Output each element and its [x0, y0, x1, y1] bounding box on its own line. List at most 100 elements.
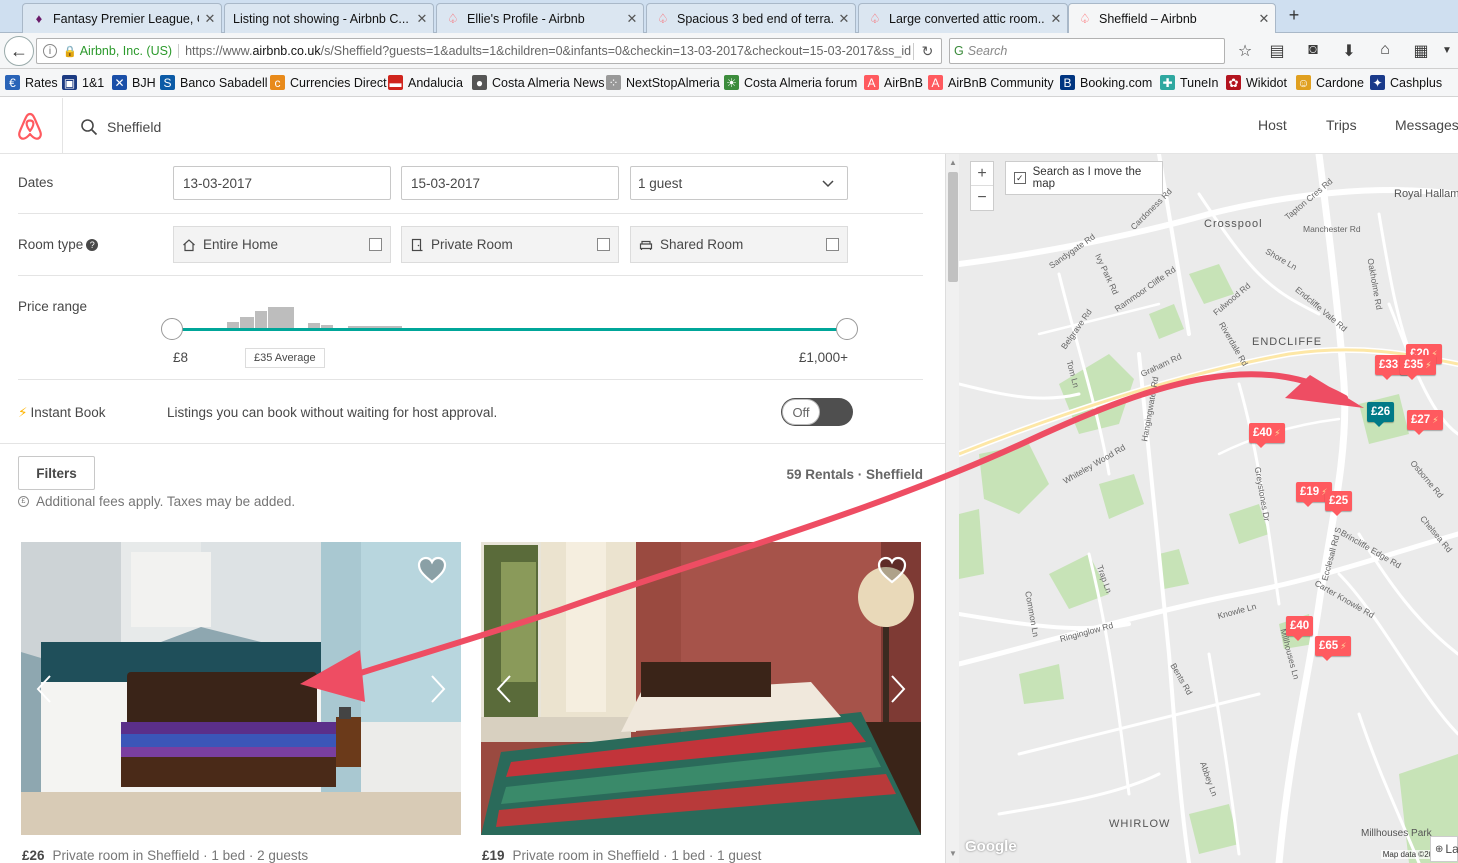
- map-price-pin-selected[interactable]: £26: [1367, 402, 1395, 427]
- pocket-icon[interactable]: ◙: [1302, 41, 1324, 63]
- browser-search-input[interactable]: G Search: [949, 38, 1225, 64]
- listing-caption[interactable]: £26 Private room in Sheffield · 1 bed · 2…: [22, 848, 308, 863]
- listing-card[interactable]: £26 Private room in Sheffield · 1 bed · 2…: [21, 542, 461, 863]
- room-type-entire-home[interactable]: Entire Home: [173, 226, 391, 263]
- scroll-up-icon[interactable]: ▲: [946, 156, 960, 170]
- instant-book-label: ⚡ Instant Book: [18, 405, 106, 421]
- bookmark-favicon-icon: S: [160, 75, 175, 90]
- bookmark-item[interactable]: ✦ Cashplus: [1370, 75, 1442, 90]
- check-icon[interactable]: ✓: [1014, 172, 1026, 184]
- map-area-label: WHIRLOW: [1109, 818, 1171, 830]
- map-price-pin[interactable]: £25: [1325, 491, 1353, 516]
- close-icon[interactable]: ✕: [199, 11, 221, 27]
- scrollbar-thumb[interactable]: [948, 172, 958, 282]
- browser-tab-profile[interactable]: ♤ Ellie's Profile - Airbnb ✕: [436, 3, 644, 33]
- checkin-input[interactable]: 13-03-2017: [173, 166, 391, 200]
- browser-tab-sheffield[interactable]: ♤ Sheffield – Airbnb ✕: [1068, 3, 1276, 34]
- map-price-pin[interactable]: £35 ⚡: [1400, 355, 1436, 380]
- guests-select[interactable]: 1 guest: [630, 166, 848, 200]
- bookmark-item[interactable]: ☺ Cardone: [1296, 75, 1364, 90]
- map-price-pin[interactable]: £40: [1286, 616, 1314, 641]
- bookmark-favicon-icon: ☺: [1296, 75, 1311, 90]
- extensions-icon[interactable]: ▦: [1410, 41, 1432, 63]
- reload-icon[interactable]: ↻: [913, 42, 941, 60]
- bookmark-item[interactable]: ✿ Wikidot: [1226, 75, 1287, 90]
- bookmark-label: Currencies Direct: [290, 75, 387, 90]
- new-tab-button[interactable]: +: [1284, 5, 1304, 29]
- filters-button[interactable]: Filters: [18, 456, 95, 490]
- heart-icon[interactable]: [417, 556, 447, 584]
- map-price-pin[interactable]: £40 ⚡: [1249, 423, 1285, 448]
- zoom-in-button[interactable]: +: [971, 162, 993, 186]
- bookmark-item[interactable]: c Currencies Direct: [270, 75, 387, 90]
- bookmark-item[interactable]: ▣ 1&1: [62, 75, 104, 90]
- bookmark-item[interactable]: € Rates: [5, 75, 58, 90]
- bookmark-item[interactable]: B Booking.com: [1060, 75, 1152, 90]
- bookmark-item[interactable]: A AirBnB Community: [928, 75, 1054, 90]
- menu-chevron-icon[interactable]: ▼: [1436, 45, 1458, 67]
- bookmark-star-icon[interactable]: ☆: [1234, 41, 1256, 63]
- close-icon[interactable]: ✕: [1045, 11, 1067, 27]
- location-search-input[interactable]: Sheffield: [80, 114, 280, 140]
- checkout-input[interactable]: 15-03-2017: [401, 166, 619, 200]
- map-price-pin[interactable]: £65 ⚡: [1315, 636, 1351, 661]
- airbnb-logo-icon[interactable]: [14, 110, 46, 142]
- room-type-private-room[interactable]: Private Room: [401, 226, 619, 263]
- results-scrollbar[interactable]: ▲ ▼: [945, 154, 959, 863]
- reading-list-icon[interactable]: ▤: [1266, 41, 1288, 63]
- nav-messages[interactable]: Messages: [1395, 117, 1458, 133]
- browser-tab-spacious[interactable]: ♤ Spacious 3 bed end of terra... ✕: [646, 3, 856, 33]
- listing-card[interactable]: £19 Private room in Sheffield · 1 bed · 1…: [481, 542, 921, 863]
- bookmark-item[interactable]: ✕ BJH: [112, 75, 156, 90]
- back-arrow-icon[interactable]: ←: [4, 36, 34, 66]
- download-icon[interactable]: ⬇: [1338, 41, 1360, 63]
- results-map[interactable]: Crosspool ENDCLIFFE WHIRLOW Millhouses P…: [959, 154, 1458, 863]
- checkbox[interactable]: [369, 238, 382, 251]
- listing-caption[interactable]: £19 Private room in Sheffield · 1 bed · 1…: [482, 848, 761, 863]
- google-logo[interactable]: Google: [965, 838, 1017, 855]
- bookmark-item[interactable]: ⁘ NextStopAlmeria: [606, 75, 720, 90]
- search-as-move-checkbox[interactable]: ✓ Search as I move the map: [1005, 161, 1163, 195]
- scroll-down-icon[interactable]: ▼: [946, 847, 960, 861]
- bookmark-item[interactable]: S Banco Sabadell: [160, 75, 268, 90]
- browser-tab-attic[interactable]: ♤ Large converted attic room... ✕: [858, 3, 1068, 33]
- price-range-slider[interactable]: £8 £35 Average £1,000+: [160, 294, 860, 384]
- browser-tab-fpl[interactable]: ♦ Fantasy Premier League, O... ✕: [22, 3, 222, 33]
- bookmark-item[interactable]: ✚ TuneIn: [1160, 75, 1218, 90]
- checkbox[interactable]: [597, 238, 610, 251]
- listing-photo[interactable]: [481, 542, 921, 835]
- instant-book-toggle[interactable]: Off: [781, 398, 853, 426]
- close-icon[interactable]: ✕: [411, 11, 433, 27]
- close-icon[interactable]: ✕: [833, 11, 855, 27]
- chevron-right-icon[interactable]: [889, 674, 907, 704]
- listing-photo[interactable]: [21, 542, 461, 835]
- slider-min-handle[interactable]: [161, 318, 183, 340]
- slider-max-handle[interactable]: [836, 318, 858, 340]
- browser-tab-community[interactable]: Listing not showing - Airbnb C... ✕: [224, 3, 434, 33]
- bookmark-item[interactable]: ▬ Andalucia: [388, 75, 463, 90]
- map-road-label: Manchester Rd: [1303, 224, 1361, 234]
- help-icon[interactable]: ?: [86, 239, 99, 251]
- bookmark-item[interactable]: ☀ Costa Almeria forum: [724, 75, 857, 90]
- close-icon[interactable]: ✕: [621, 11, 643, 27]
- map-price-pin[interactable]: £27 ⚡: [1407, 410, 1443, 435]
- nav-host[interactable]: Host: [1258, 117, 1287, 133]
- home-icon[interactable]: ⌂: [1374, 41, 1396, 63]
- price-range-label: Price range: [18, 299, 88, 314]
- heart-icon[interactable]: [877, 556, 907, 584]
- bookmark-item[interactable]: ● Costa Almeria News: [472, 75, 605, 90]
- close-icon[interactable]: ✕: [1253, 11, 1275, 27]
- bookmark-item[interactable]: A AirBnB: [864, 75, 923, 90]
- url-text[interactable]: https://www.airbnb.co.uk/s/Sheffield?gue…: [185, 44, 913, 58]
- chevron-right-icon[interactable]: [429, 674, 447, 704]
- chevron-left-icon[interactable]: [35, 674, 53, 704]
- language-tab[interactable]: ⊕ La: [1430, 836, 1458, 862]
- zoom-out-button[interactable]: −: [971, 186, 993, 210]
- checkbox[interactable]: [826, 238, 839, 251]
- chevron-left-icon[interactable]: [495, 674, 513, 704]
- address-bar[interactable]: i 🔒 Airbnb, Inc. (US) https://www.airbnb…: [36, 38, 942, 64]
- slider-track[interactable]: [172, 328, 848, 331]
- info-icon[interactable]: i: [43, 44, 57, 58]
- room-type-shared-room[interactable]: Shared Room: [630, 226, 848, 263]
- nav-trips[interactable]: Trips: [1326, 117, 1357, 133]
